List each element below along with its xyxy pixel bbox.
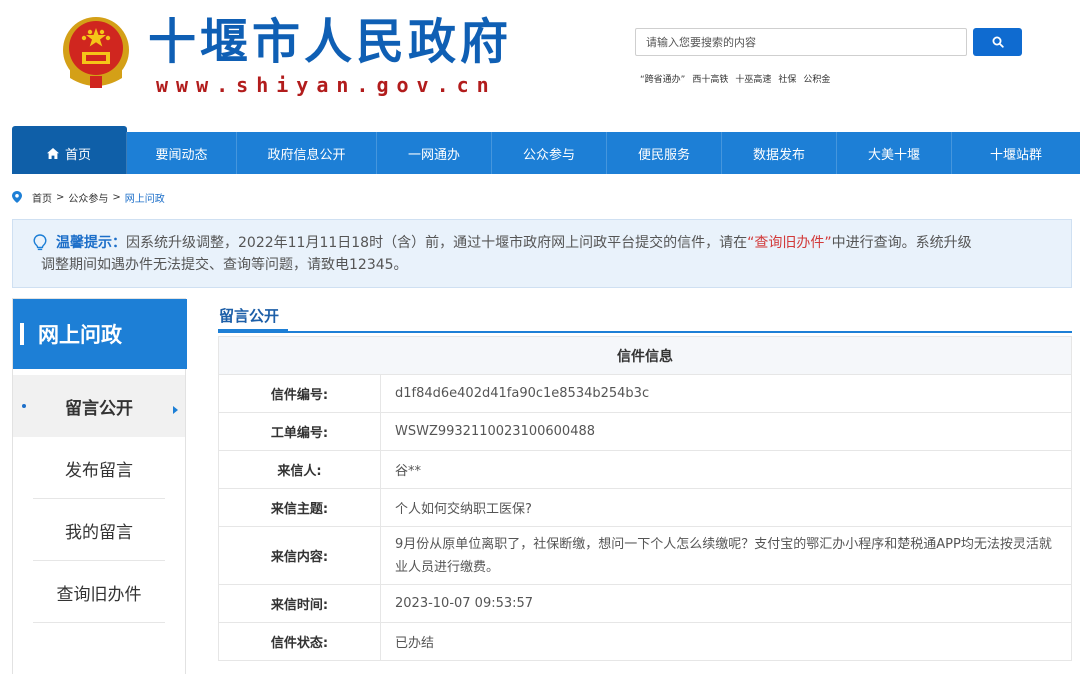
nav-item-site-group[interactable]: 十堰站群	[952, 132, 1080, 174]
table-row: 信件编号: d1f84d6e402d41fa90c1e8534b254b3c	[218, 374, 1072, 413]
nav-item-news[interactable]: 要闻动态	[127, 132, 237, 174]
bullet-icon	[22, 404, 26, 408]
nav-item-gov-info[interactable]: 政府信息公开	[237, 132, 377, 174]
content-value: 9月份从原单位离职了，社保断缴，想问一下个人怎么续缴呢？支付宝的鄂汇办小程序和楚…	[380, 526, 1072, 585]
row-label: 信件编号:	[218, 374, 381, 413]
sidebar-header: 网上问政	[13, 299, 187, 369]
breadcrumb-separator: >	[56, 191, 65, 203]
table-row: 工单编号: WSWZ9932110023100600488	[218, 412, 1072, 451]
breadcrumb: 首页 > 公众参与 > 网上问政	[12, 188, 165, 206]
breadcrumb-public-participation[interactable]: 公众参与	[68, 190, 108, 205]
sidebar-item-my-messages[interactable]: 我的留言	[13, 499, 185, 561]
sidebar-title: 网上问政	[38, 323, 122, 347]
notice-banner: 温馨提示：因系统升级调整，2022年11月11日18时（含）前，通过十堰市政府网…	[12, 219, 1072, 288]
section-title: 留言公开	[219, 307, 280, 325]
nav-item-one-stop[interactable]: 一网通办	[377, 132, 492, 174]
hotword-link[interactable]: 西十高铁	[692, 72, 728, 85]
table-row: 来信人: 谷**	[218, 450, 1072, 489]
hotword-link[interactable]: 社保	[778, 72, 796, 85]
sender-value: 谷**	[380, 450, 1072, 489]
sidebar-item-label: 发布留言	[65, 460, 133, 481]
row-label: 来信时间:	[218, 584, 381, 623]
hotwords: “跨省通办” 西十高铁 十巫高速 社保 公积金	[640, 72, 830, 85]
sidebar: 网上问政 留言公开 发布留言 我的留言 查询旧办件	[12, 298, 187, 674]
sidebar-item-label: 我的留言	[65, 522, 133, 543]
search-input[interactable]	[636, 29, 966, 55]
letter-info-table: 信件信息 信件编号: d1f84d6e402d41fa90c1e8534b254…	[218, 336, 1072, 661]
row-label: 工单编号:	[218, 412, 381, 451]
site-title: 十堰市人民政府	[148, 14, 513, 70]
letter-id-value: d1f84d6e402d41fa90c1e8534b254b3c	[380, 374, 1072, 413]
hotword-link[interactable]: 十巫高速	[735, 72, 771, 85]
row-label: 来信内容:	[218, 526, 381, 585]
breadcrumb-separator: >	[112, 191, 121, 203]
hotword-link[interactable]: 公积金	[803, 72, 830, 85]
table-row: 来信时间: 2023-10-07 09:53:57	[218, 584, 1072, 623]
notice-body-line2: 调整期间如遇办件无法提交、查询等问题，请致电12345。	[41, 257, 408, 273]
lightbulb-icon	[33, 234, 47, 256]
search-box	[635, 28, 967, 56]
row-label: 来信人:	[218, 450, 381, 489]
table-header-row: 信件信息	[218, 336, 1072, 375]
subject-value: 个人如何交纳职工医保?	[380, 488, 1072, 527]
site-url: www.shiyan.gov.cn	[156, 73, 497, 97]
sidebar-item-old-cases[interactable]: 查询旧办件	[13, 561, 185, 623]
notice-text: 温馨提示：因系统升级调整，2022年11月11日18时（含）前，通过十堰市政府网…	[41, 232, 1066, 276]
chevron-right-icon	[173, 400, 179, 420]
national-emblem-icon	[60, 14, 132, 90]
search-button[interactable]	[973, 28, 1022, 56]
time-value: 2023-10-07 09:53:57	[380, 584, 1072, 623]
status-value: 已办结	[380, 622, 1072, 661]
table-row: 来信内容: 9月份从原单位离职了，社保断缴，想问一下个人怎么续缴呢？支付宝的鄂汇…	[218, 526, 1072, 585]
nav-item-label: 首页	[64, 147, 91, 163]
sidebar-divider	[33, 622, 165, 623]
sidebar-item-post-message[interactable]: 发布留言	[13, 437, 185, 499]
hotword-link[interactable]: “跨省通办”	[640, 72, 685, 85]
sidebar-item-public-messages[interactable]: 留言公开	[13, 375, 185, 437]
breadcrumb-home[interactable]: 首页	[32, 190, 52, 205]
main-nav: 首页 要闻动态 政府信息公开 一网通办 公众参与 便民服务 数据发布 大美十堰 …	[12, 126, 1080, 174]
breadcrumb-current[interactable]: 网上问政	[125, 190, 165, 205]
notice-body-cont: 中进行查询。系统升级	[831, 235, 972, 251]
search-icon	[992, 33, 1004, 52]
table-title: 信件信息	[218, 336, 1072, 375]
sidebar-header-bar	[20, 323, 24, 345]
home-icon	[46, 147, 59, 159]
notice-lead: 温馨提示：	[56, 235, 126, 251]
nav-item-data[interactable]: 数据发布	[722, 132, 837, 174]
ticket-id-value: WSWZ9932110023100600488	[380, 412, 1072, 451]
table-row: 来信主题: 个人如何交纳职工医保?	[218, 488, 1072, 527]
nav-item-public-participation[interactable]: 公众参与	[492, 132, 607, 174]
row-label: 信件状态:	[218, 622, 381, 661]
table-row: 信件状态: 已办结	[218, 622, 1072, 661]
site-header: 十堰市人民政府 www.shiyan.gov.cn “跨省通办” 西十高铁 十巫…	[0, 0, 1080, 112]
sidebar-item-label: 查询旧办件	[56, 584, 142, 605]
nav-item-services[interactable]: 便民服务	[607, 132, 722, 174]
notice-body: 因系统升级调整，2022年11月11日18时（含）前，通过十堰市政府网上问政平台…	[126, 235, 748, 251]
section-divider	[218, 329, 1072, 333]
row-label: 来信主题:	[218, 488, 381, 527]
nav-item-home[interactable]: 首页	[12, 126, 127, 174]
sidebar-item-label: 留言公开	[65, 398, 133, 419]
old-cases-link[interactable]: “查询旧办件”	[747, 235, 832, 251]
location-pin-icon	[12, 191, 22, 203]
nav-item-scenery[interactable]: 大美十堰	[837, 132, 952, 174]
